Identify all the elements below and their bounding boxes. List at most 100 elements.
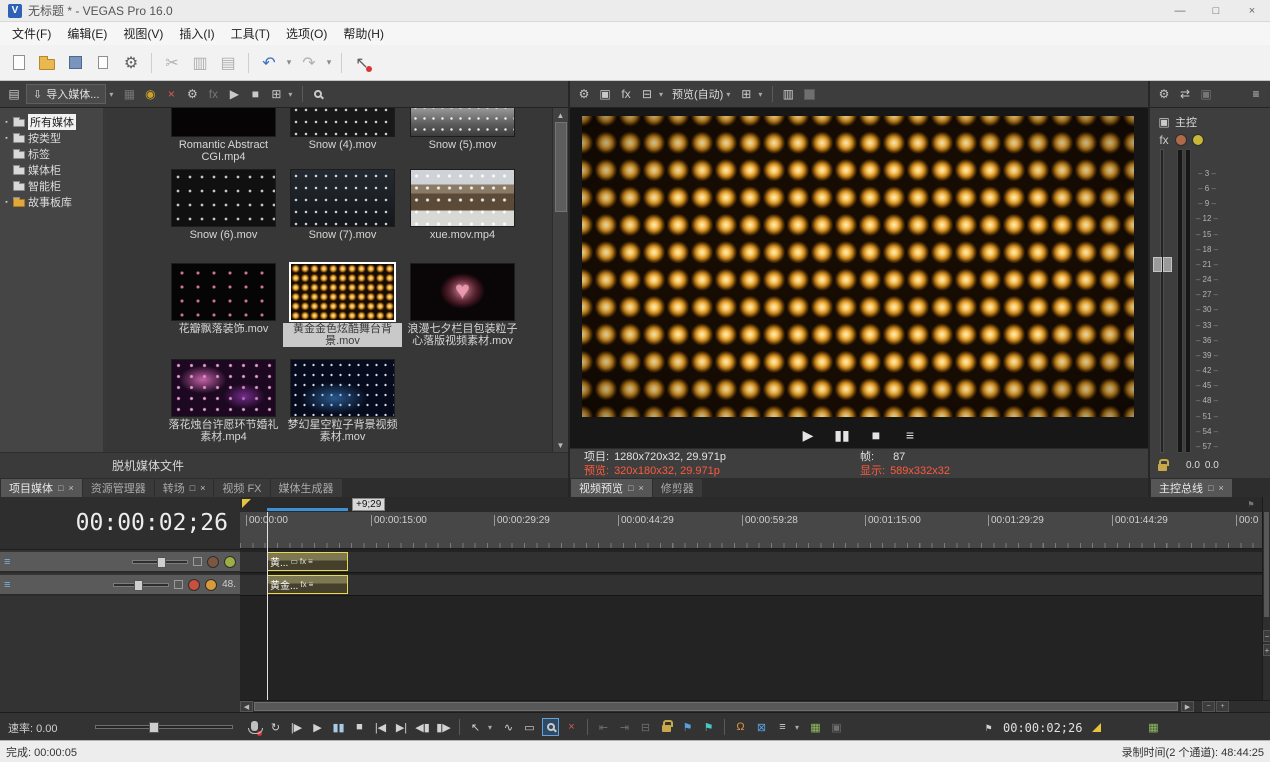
overlays-chevron-icon[interactable]: ▾ [758,90,766,99]
tab-float-icon[interactable]: □ [628,483,633,493]
track2-level-slider[interactable] [113,583,169,587]
track-grip-icon[interactable]: ≡ [4,579,10,591]
marker-strip[interactable]: +9;29 ⚑ [240,497,1270,512]
trim-end-icon[interactable]: ⇥ [616,718,633,736]
quality-chevron-icon[interactable]: ▾ [726,90,734,99]
tree-item-smart-bins[interactable]: 智能柜 [0,178,103,194]
track-row-1[interactable]: 黄... ▭ fx ≡ [240,552,1262,573]
copy-icon[interactable]: ▥ [187,50,213,76]
trim-start-icon[interactable]: ⇤ [595,718,612,736]
track1-mute-icon[interactable] [207,556,219,568]
timeline-event-1[interactable]: 黄... ▭ fx ≡ [267,552,348,571]
preferences-gear-icon[interactable]: ⚙ [118,50,144,76]
capture-video-icon[interactable]: ◉ [141,85,159,103]
media-preview-stop-icon[interactable]: ■ [246,85,264,103]
zoom-out-time-icon[interactable]: − [1202,701,1215,712]
new-project-icon[interactable] [6,50,32,76]
master-fader-handle-right[interactable] [1163,257,1172,272]
copy-snapshot-icon[interactable]: ▥ [779,85,797,103]
go-to-start-icon[interactable]: |◀ [372,718,389,736]
media-item[interactable]: Snow (7).mov [283,170,402,241]
remove-media-icon[interactable]: × [162,85,180,103]
tab-float-icon[interactable]: □ [58,483,63,493]
track-grip-icon[interactable]: ≡ [4,556,10,568]
mixer-menu-icon[interactable]: ≡ [774,718,791,736]
save-project-icon[interactable] [62,50,88,76]
master-mute-icon[interactable] [1175,134,1187,146]
preview-pause-icon[interactable]: ▮▮ [833,426,851,444]
delete-icon[interactable]: × [563,718,580,736]
zoom-out-track-icon[interactable]: − [1263,630,1270,642]
vscroll-thumb[interactable] [1264,512,1269,617]
landscape-icon[interactable]: ▦ [807,718,824,736]
views-chevron-icon[interactable]: ▾ [288,90,296,99]
scroll-up-icon[interactable]: ▲ [553,108,569,122]
expander-icon[interactable]: ▪ [3,119,10,126]
maximize-button[interactable]: □ [1198,0,1234,21]
video-output-icon[interactable]: ▣ [596,85,614,103]
timeline-marker-icon[interactable] [242,499,251,508]
media-item[interactable]: Snow (5).mov [403,108,522,151]
timeline-time-display[interactable]: 00:00:02;26 [0,497,240,550]
track1-value-box[interactable] [193,557,202,566]
playhead-cursor[interactable] [267,512,268,700]
media-thumbnail[interactable] [291,360,394,416]
undo-chevron-icon[interactable]: ▾ [284,57,294,68]
media-list-view-icon[interactable]: ▤ [5,85,23,103]
tree-item-all-media[interactable]: ▪ 所有媒体 [0,114,103,130]
track2-record-arm-icon[interactable] [188,579,200,591]
master-gear-icon[interactable]: ⚙ [1155,85,1173,103]
tab-media-generators[interactable]: 媒体生成器 [271,479,342,497]
timeline-event-2[interactable]: 黄金... fx ≡ [267,575,348,594]
mixer-chevron-icon[interactable]: ▾ [795,723,803,732]
master-fader[interactable] [1160,149,1164,453]
track2-solo-icon[interactable] [205,579,217,591]
project-properties-icon[interactable] [90,50,116,76]
master-fx-icon[interactable]: fx [1158,131,1170,149]
video-frame[interactable] [582,116,1134,417]
media-item[interactable]: Romantic Abstract CGI.mp4 [164,108,283,163]
paste-icon[interactable]: ▤ [215,50,241,76]
preview-menu-icon[interactable]: ≡ [901,426,919,444]
lock-icon[interactable] [1158,464,1167,471]
tab-float-icon[interactable]: □ [1208,483,1213,493]
tab-master-bus[interactable]: 主控总线 □ × [1151,479,1232,497]
undo-icon[interactable]: ↶ [256,50,282,76]
zoom-in-time-icon[interactable]: + [1216,701,1229,712]
track-header-2[interactable]: ≡ 48. [0,575,240,596]
loop-playback-icon[interactable]: ↻ [267,718,284,736]
snapshot-icon[interactable]: ▣ [828,718,845,736]
scroll-right-icon[interactable]: ▶ [1181,701,1194,712]
menu-view[interactable]: 视图(V) [115,22,171,45]
tab-project-media[interactable]: 项目媒体 □ × [1,479,82,497]
media-item[interactable]: xue.mov.mp4 [403,170,522,241]
scroll-down-icon[interactable]: ▼ [553,438,569,452]
pause-icon[interactable]: ▮▮ [330,718,347,736]
media-item[interactable]: 花瓣飘落装饰.mov [164,264,283,335]
media-thumbnail[interactable] [172,264,275,320]
scrollbar-thumb[interactable] [555,122,567,212]
tab-video-preview[interactable]: 视频预览 □ × [571,479,652,497]
tree-item-storyboard[interactable]: ▪ 故事板库 [0,194,103,210]
tab-explorer[interactable]: 资源管理器 [83,479,154,497]
timeline-horizontal-scrollbar[interactable]: ◀ ▶ − + [240,700,1270,712]
track-row-2[interactable]: 黄金... fx ≡ [240,575,1262,596]
dim-output-icon[interactable]: ▣ [1197,85,1215,103]
interactive-help-icon[interactable]: ↖ [349,50,375,76]
import-media-button[interactable]: ⇩ 导入媒体... [26,84,106,104]
tab-close-icon[interactable]: × [200,483,205,493]
menu-options[interactable]: 选项(O) [278,22,335,45]
split-chevron-icon[interactable]: ▾ [659,90,667,99]
stop-icon[interactable]: ■ [351,718,368,736]
split-event-icon[interactable]: ⊟ [637,718,654,736]
media-thumbnail[interactable] [411,264,514,320]
media-item[interactable]: 梦幻星空粒子背景视频素材.mov [283,360,402,443]
tab-close-icon[interactable]: × [68,483,73,493]
open-project-icon[interactable] [34,50,60,76]
tab-trimmer[interactable]: 修剪器 [653,479,702,497]
media-item[interactable]: Snow (4).mov [283,108,402,151]
track1-level-slider[interactable] [132,560,188,564]
preview-play-icon[interactable]: ▶ [799,426,817,444]
close-button[interactable]: × [1234,0,1270,21]
play-icon[interactable]: ▶ [309,718,326,736]
